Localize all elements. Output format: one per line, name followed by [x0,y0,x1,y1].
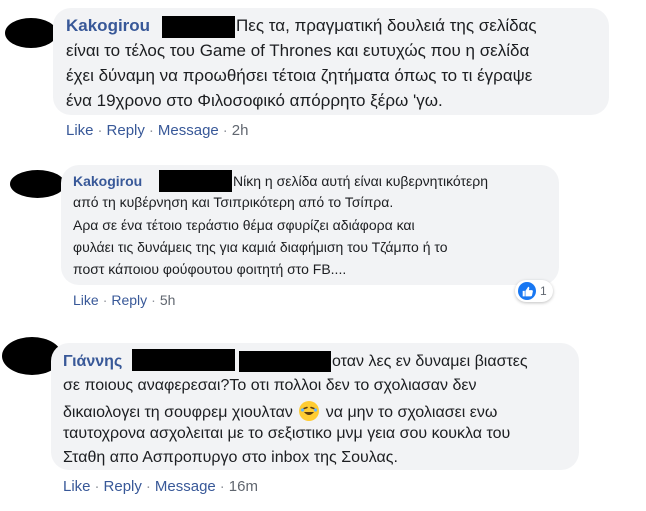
author-name[interactable]: Γιάννης [63,353,122,371]
redacted-name [159,170,232,192]
separator: · [145,478,151,495]
comment-text-line: δικαιολογει τη σουφρεμ χιουλταν να μην τ… [63,401,497,422]
author-name[interactable]: Kakogirou [73,173,142,189]
comment-text-line: οταν λες εν δυναμει βιαστες [332,353,528,370]
reply-link[interactable]: Reply [104,478,142,495]
comment-actions: Like · Reply · Message · 16m [63,478,258,495]
like-link[interactable]: Like [63,478,91,495]
separator: · [97,122,103,139]
comment-actions: Like · Reply · Message · 2h [66,122,248,139]
timestamp[interactable]: 5h [160,292,176,308]
rolling-on-floor-laughing-icon [299,401,320,421]
separator: · [94,478,100,495]
comment-text-line: σε ποιους αναφερεσαι?Το οτι πολλοι δεν τ… [63,377,477,394]
separator: · [151,292,156,308]
redacted-name [132,349,235,371]
comment-text-line: ταυτοχρονα ασχολειται με το σεξιστικο μν… [63,425,511,442]
redacted-name [162,16,235,38]
separator: · [148,122,154,139]
comment-text-line: από τη κυβέρνηση και Τσιπρικότερη από το… [73,194,394,210]
reply-link[interactable]: Reply [107,122,145,139]
separator: · [102,292,108,308]
comment-text-line: ένα 19χρονο στο Φιλοσοφικό απόρρητο ξέρω… [66,91,443,110]
timestamp[interactable]: 2h [232,122,249,139]
thumbs-up-icon [518,282,536,300]
comment-text-line: Νίκη η σελίδα αυτή είναι κυβερνητικότερη [233,173,489,189]
redacted-name [239,351,331,372]
separator: · [219,478,225,495]
comment-text-line: είναι το τέλος του Game of Thrones και ε… [66,41,530,60]
avatar[interactable] [5,18,57,48]
comment-text-segment: να μην το σχολιασει ενω [325,404,498,421]
reaction-count: 1 [540,284,547,298]
like-link[interactable]: Like [73,292,99,308]
reaction-badge[interactable]: 1 [515,280,553,302]
comment-text-line: Σταθη απο Ασπροπυργο στο inbox της Σουλα… [63,449,398,466]
like-link[interactable]: Like [66,122,94,139]
message-link[interactable]: Message [155,478,216,495]
comment-text-line: ποστ κάποιου φούφουτου φοιτητή στο FB...… [73,261,347,277]
comment-text-line: Αρα σε ένα τέτοιο τεράστιο θέμα σφυρίζει… [73,217,415,233]
comment-text-line: Πες τα, πραγματική δουλειά της σελίδας [236,16,537,35]
reply-link[interactable]: Reply [111,292,147,308]
comment-text-line: φυλάει τις δυνάμεις της για καμιά διαφήμ… [73,239,448,255]
comment-text-segment: δικαιολογει τη σουφρεμ χιουλταν [63,404,293,421]
separator: · [222,122,228,139]
message-link[interactable]: Message [158,122,219,139]
author-name[interactable]: Kakogirou [66,16,150,36]
comment-text-line: έχει δύναμη να προωθήσει τέτοια ζητήματα… [66,66,533,85]
comment-actions: Like · Reply · 5h [73,292,175,308]
timestamp[interactable]: 16m [229,478,258,495]
avatar[interactable] [10,170,65,198]
